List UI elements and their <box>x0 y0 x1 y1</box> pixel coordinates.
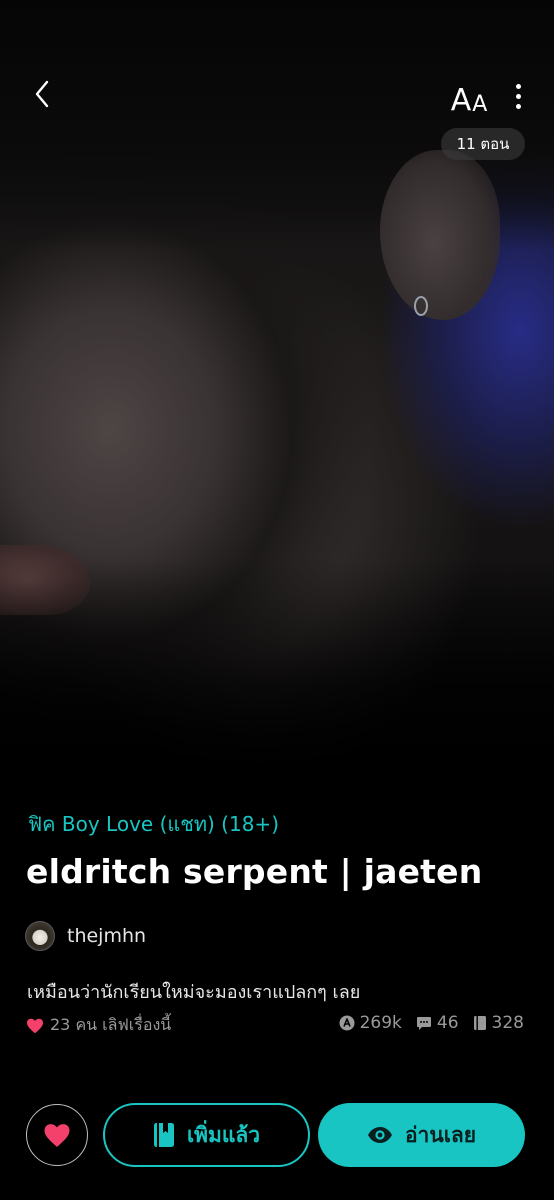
cover-image <box>0 0 554 790</box>
eye-icon <box>367 1127 392 1143</box>
story-title: eldritch serpent | jaeten <box>26 852 483 891</box>
comments-stat: 46 <box>416 1013 459 1033</box>
views-icon <box>339 1015 355 1031</box>
back-button[interactable] <box>22 74 62 114</box>
story-category[interactable]: ฟิค Boy Love (แชท) (18+) <box>28 808 279 840</box>
chapters-count: 328 <box>491 1013 524 1033</box>
more-vertical-icon-dot <box>515 93 521 99</box>
read-label: อ่านเลย <box>404 1122 477 1147</box>
chapters-stat: 328 <box>473 1013 524 1033</box>
views-stat: 269k <box>339 1013 402 1033</box>
more-vertical-icon-dot <box>515 103 521 109</box>
read-now-button[interactable]: อ่านเลย <box>318 1103 525 1167</box>
font-size-icon-big: A <box>450 83 472 118</box>
chevron-left-icon <box>35 80 49 108</box>
cover-fade <box>0 560 554 790</box>
comment-icon <box>416 1016 431 1030</box>
likes-text: 23 คน เลิฟเรื่องนี้ <box>50 1015 172 1034</box>
likes-info: 23 คน เลิฟเรื่องนี้ <box>26 1013 171 1038</box>
more-vertical-icon-dot <box>515 83 521 89</box>
favorite-button[interactable] <box>26 1104 88 1166</box>
episode-count-badge: 11 ตอน <box>441 128 525 160</box>
author-avatar <box>25 921 55 951</box>
book-icon <box>473 1016 486 1030</box>
comments-count: 46 <box>436 1013 459 1033</box>
author-name: thejmhn <box>67 925 147 947</box>
added-label: เพิ่มแล้ว <box>186 1122 261 1147</box>
heart-icon <box>44 1123 70 1147</box>
bookmark-book-icon <box>153 1123 174 1147</box>
more-options-button[interactable] <box>504 78 532 114</box>
cover-earring <box>414 296 428 316</box>
cover-ear-shape <box>380 150 500 320</box>
font-size-button[interactable]: AA <box>446 76 492 116</box>
font-size-icon-small: A <box>472 92 488 117</box>
views-count: 269k <box>359 1013 402 1033</box>
author-row[interactable]: thejmhn <box>25 920 146 952</box>
added-to-library-button[interactable]: เพิ่มแล้ว <box>103 1103 310 1167</box>
story-detail-screen: AA 11 ตอน ฟิค Boy Love (แชท) (18+) eldri… <box>0 0 554 1200</box>
story-description: เหมือนว่านักเรียนใหม่จะมองเราแปลกๆ เลย <box>27 982 361 1003</box>
heart-icon <box>27 1018 43 1033</box>
story-stats: 269k 46 328 <box>325 1013 524 1033</box>
